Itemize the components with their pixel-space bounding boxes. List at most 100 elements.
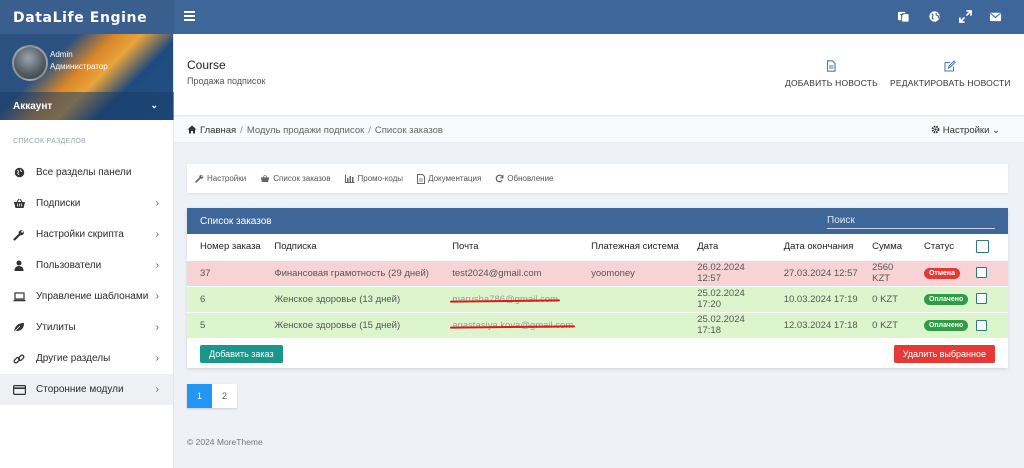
gear-icon [931,125,940,134]
tab-update[interactable]: Обновление [495,174,554,183]
sidebar-item-label: Утилиты [36,322,76,333]
page-header: Course Продажа подписок ДОБАВИТЬ НОВОСТЬ… [174,34,1024,116]
page-subtitle: Продажа подписок [187,76,266,86]
tab-label: Настройки [207,174,247,183]
account-label: Аккаунт [13,101,53,112]
sidebar-item-other-sections[interactable]: Другие разделы › [0,343,173,374]
add-news-label: ДОБАВИТЬ НОВОСТЬ [785,78,878,88]
sidebar-item-label: Другие разделы [36,353,111,364]
orders-table: Номер заказа Подписка Почта Платежная си… [187,234,1008,338]
column-header[interactable]: Статус [911,234,968,260]
status-badge: Оплачено [923,320,969,332]
tab-documentation[interactable]: Документация [417,173,481,184]
order-id: 5 [187,311,262,338]
status-badge: Оплачено [923,294,969,305]
pagination: 1 2 [187,384,237,408]
sidebar-item-label: Управление шаблонами [36,291,149,302]
order-subscription: Женское здоровье (15 дней) [261,311,440,338]
tab-settings[interactable]: Настройки [195,174,246,183]
tab-orders[interactable]: Список заказов [260,174,331,183]
chevron-down-icon: ⌄ [150,100,158,110]
table-row[interactable]: 5 Женское здоровье (15 дней) anastasiya.… [187,311,1008,338]
file-icon [827,60,837,72]
chevron-right-icon: › [155,198,159,209]
home-icon [187,125,197,134]
link-icon [12,353,26,365]
sidebar-item-label: Настройки скрипта [36,229,124,240]
brand-logo[interactable]: DataLife Engine [0,0,174,34]
row-checkbox[interactable] [976,267,988,279]
edit-news-button[interactable]: РЕДАКТИРОВАТЬ НОВОСТИ [890,60,1011,88]
card-icon [12,384,26,396]
menu-icon[interactable] [184,11,195,22]
profile-card: Admin Администратор Аккаунт ⌄ [0,34,174,120]
order-email-redacted: anastasiya.kova@gmail.com [452,319,574,331]
breadcrumb-current: Список заказов [374,125,443,136]
laptop-icon [12,291,26,303]
page-button-1[interactable]: 1 [187,384,212,408]
expand-icon[interactable] [959,10,972,23]
sidebar-item-subscriptions[interactable]: Подписки › [0,188,173,219]
row-checkbox[interactable] [976,293,988,305]
order-sum: 0 KZT [859,311,911,338]
order-payment [578,311,685,338]
column-header[interactable]: Почта [439,234,578,260]
globe-icon[interactable] [928,10,941,23]
add-order-button[interactable]: Добавить заказ [200,345,283,363]
sidebar: Admin Администратор Аккаунт ⌄ СПИСОК РАЗ… [0,34,174,468]
settings-dropdown[interactable]: Настройки ⌄ [931,125,1000,136]
order-id: 37 [187,259,262,286]
column-header[interactable]: Подписка [261,234,439,260]
mail-icon[interactable] [989,10,1002,23]
order-email: test2024@gmail.com [439,259,579,286]
breadcrumb: Главная / Модуль продажи подписок / Список з… [187,125,443,136]
column-header[interactable]: Платежная система [578,234,684,260]
chevron-right-icon: › [155,229,159,240]
breadcrumb-module[interactable]: Модуль продажи подписок [247,125,364,136]
refresh-icon [496,174,504,183]
sidebar-item-label: Пользователи [36,260,102,271]
select-all-checkbox[interactable] [976,240,990,254]
breadcrumb-home[interactable]: Главная [200,125,236,136]
wrench-icon [12,229,26,241]
table-row[interactable]: 6 Женское здоровье (13 дней) marusha786@… [187,285,1008,312]
settings-label: Настройки [942,125,990,136]
sidebar-item-templates[interactable]: Управление шаблонами › [0,281,173,312]
page-button-2[interactable]: 2 [212,384,237,408]
table-header-row: Номер заказа Подписка Почта Платежная си… [187,234,1008,260]
table-row[interactable]: 37 Финансовая грамотность (29 дней) test… [187,259,1008,286]
add-news-button[interactable]: ДОБАВИТЬ НОВОСТЬ [785,60,878,88]
edit-icon [944,60,957,72]
sidebar-item-third-party-modules[interactable]: Сторонние модули › [0,374,173,405]
tab-label: Обновление [507,174,554,183]
user-icon [12,260,26,272]
sidebar-item-utilities[interactable]: Утилиты › [0,312,173,343]
column-header[interactable]: Дата окончания [771,234,859,260]
order-sum: 2560 KZT [859,259,911,286]
sidebar-item-script-settings[interactable]: Настройки скрипта › [0,219,173,250]
column-header[interactable]: Номер заказа [187,234,261,260]
column-header[interactable]: Сумма [859,234,911,260]
account-toggle[interactable]: Аккаунт ⌄ [0,92,174,120]
profile-name: Admin [50,50,73,59]
search-input[interactable] [827,214,995,229]
tab-promo-codes[interactable]: Промо-коды [344,174,403,183]
sidebar-item-label: Сторонние модули [36,384,124,395]
order-end-date: 10.03.2024 17:19 [770,285,860,312]
avatar[interactable] [12,45,48,81]
tab-label: Список заказов [273,174,331,183]
sidebar-item-all-sections[interactable]: Все разделы панели [0,157,173,188]
order-payment [578,285,685,312]
delete-selected-button[interactable]: Удалить выбранное [893,345,995,363]
profile-role: Администратор [50,62,108,71]
sidebar-item-users[interactable]: Пользователи › [0,250,173,281]
order-sum: 0 KZT [859,285,911,312]
globe-icon [12,167,26,179]
chevron-right-icon: › [155,353,159,364]
translate-icon[interactable] [897,10,910,23]
basket-icon [261,174,270,182]
order-subscription: Финансовая грамотность (29 дней) [261,259,440,286]
column-header[interactable]: Дата [684,234,770,260]
row-checkbox[interactable] [976,319,988,331]
orders-panel: Список заказов Номер заказа Подписка Поч… [187,208,1008,368]
